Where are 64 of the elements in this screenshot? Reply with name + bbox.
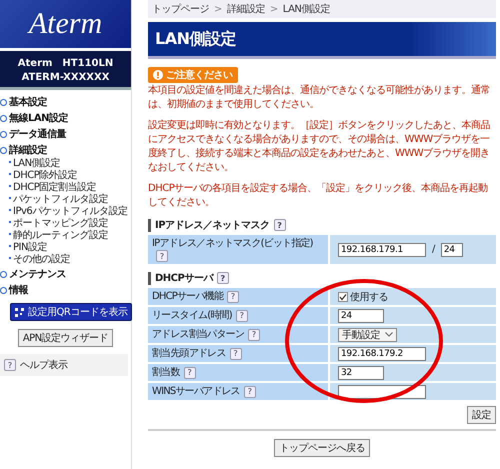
breadcrumb-link[interactable]: 詳細設定 bbox=[226, 2, 265, 16]
netmask-field[interactable]: 24 bbox=[440, 242, 463, 256]
field-label: DHCPサーバ機能 bbox=[152, 290, 224, 303]
back-button[interactable]: トップページへ戻る bbox=[274, 439, 370, 457]
nav-subitem[interactable]: 静的ルーティング設定 bbox=[0, 230, 131, 242]
help-icon[interactable]: ? bbox=[216, 272, 229, 284]
exclamation-icon bbox=[153, 70, 163, 80]
help-icon[interactable]: ? bbox=[230, 348, 242, 360]
breadcrumb-separator: > bbox=[268, 4, 279, 14]
page-title: LAN側設定 bbox=[155, 28, 236, 50]
nav-subitem[interactable]: その他の設定 bbox=[0, 254, 131, 266]
nav-subitem[interactable]: PIN設定 bbox=[0, 242, 131, 254]
qr-code-button[interactable]: 設定用QRコードを表示 bbox=[10, 303, 132, 321]
checkbox-label[interactable]: 使用する bbox=[350, 290, 388, 304]
apn-wizard-button[interactable]: APN設定ウィザード bbox=[18, 329, 114, 347]
help-icon[interactable]: ? bbox=[4, 359, 16, 371]
nav-item[interactable]: 情報 bbox=[0, 282, 131, 298]
dropdown[interactable]: 手動設定 bbox=[338, 328, 397, 342]
field-label: WINSサーバアドレス bbox=[152, 385, 240, 398]
field-label: 割当数 bbox=[152, 366, 180, 379]
nav-item[interactable]: 基本設定 bbox=[0, 94, 131, 110]
nav-subitem[interactable]: LAN側設定 bbox=[0, 158, 131, 170]
field-label: リースタイム(時間) bbox=[152, 309, 232, 322]
input-field[interactable]: 24 bbox=[338, 308, 384, 322]
submit-button[interactable]: 設定 bbox=[467, 406, 496, 424]
nav-subitem[interactable]: DHCP固定割当設定 bbox=[0, 182, 131, 194]
input-field[interactable]: 192.168.179.2 bbox=[338, 346, 426, 360]
input-field[interactable]: 32 bbox=[338, 366, 384, 380]
section-title: DHCPサーバ bbox=[155, 272, 213, 285]
breadcrumb-link[interactable]: トップページ bbox=[152, 2, 209, 16]
field-label: 割当先頭アドレス bbox=[152, 347, 226, 360]
notice-label: ご注意ください bbox=[166, 68, 232, 82]
logo-text: Aterm bbox=[28, 7, 102, 41]
field-label: IPアドレス／ネットマスク(ビット指定) bbox=[152, 237, 313, 250]
ip-address-field[interactable]: 192.168.179.1 bbox=[338, 242, 426, 256]
qr-icon bbox=[15, 308, 24, 316]
nav-item[interactable]: 無線LAN設定 bbox=[0, 110, 131, 126]
nav-subitem[interactable]: IPv6パケットフィルタ設定 bbox=[0, 206, 131, 218]
nav-item[interactable]: データ通信量 bbox=[0, 126, 131, 142]
help-icon[interactable]: ? bbox=[244, 386, 256, 398]
slash-separator: / bbox=[432, 244, 435, 255]
warning-text: 本項目の設定値を間違えた場合は、通信ができなくなる可能性があります。通常は、初期値のままで使用してください。 bbox=[148, 84, 491, 112]
warning-text: 設定変更は即時に有効となります。［設定］ボタンをクリックしたあと、本商品にアクセスできなくなる場合がありますので、その場合は、WWWブラウザを一度終了し、接続する端末と本商品の設定をあわせたあと、WWWブラウザを開きなおしてください。 bbox=[148, 119, 491, 175]
help-icon[interactable]: ? bbox=[227, 290, 240, 302]
nav-subitem[interactable]: ポートマッピング設定 bbox=[0, 218, 131, 230]
help-link[interactable]: ヘルプ表示 bbox=[20, 358, 68, 372]
breadcrumb-link[interactable]: LAN側設定 bbox=[282, 2, 330, 16]
section-title: IPアドレス／ネットマスク bbox=[155, 219, 270, 232]
nav-subitem[interactable]: パケットフィルタ設定 bbox=[0, 194, 131, 206]
help-icon[interactable]: ? bbox=[156, 250, 168, 262]
help-icon[interactable]: ? bbox=[248, 328, 260, 340]
model-name: Aterm HT110LN bbox=[18, 56, 114, 70]
nav-item[interactable]: 詳細設定 bbox=[0, 142, 131, 158]
help-icon[interactable]: ? bbox=[184, 366, 196, 378]
field-label: アドレス割当パターン bbox=[152, 328, 244, 341]
warning-text: DHCPサーバの各項目を設定する場合、「設定」をクリック後、本商品を再起動してください。 bbox=[148, 182, 489, 210]
nav-subitem[interactable]: DHCP除外設定 bbox=[0, 170, 131, 182]
chevron-icon bbox=[385, 332, 393, 337]
device-name: ATERM-XXXXXX bbox=[22, 72, 110, 82]
breadcrumb-separator: > bbox=[213, 4, 223, 14]
nav-item[interactable]: メンテナンス bbox=[0, 266, 131, 282]
help-icon[interactable]: ? bbox=[274, 219, 286, 231]
help-icon[interactable]: ? bbox=[236, 310, 248, 322]
checkbox[interactable] bbox=[338, 292, 348, 302]
